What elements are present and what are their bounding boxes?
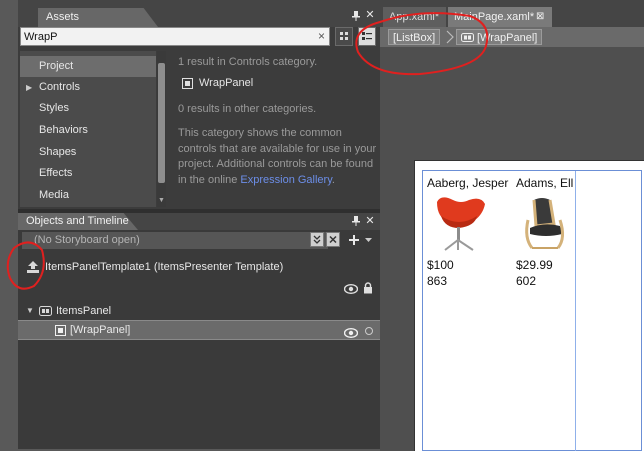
category-media[interactable]: Media [20,185,156,206]
product-name: Aaberg, Jesper [427,176,509,190]
description-text: . [331,174,335,186]
pin-icon[interactable] [351,216,361,226]
objects-panel: (No Storyboard open) ItemsPanelTemplate1… [18,230,380,449]
item-boundary [575,171,576,451]
list-item[interactable]: Adams, Ell $29.99 602 [516,176,574,296]
description-text: in the online [178,174,241,186]
expression-gallery-link[interactable]: Expression Gallery [240,174,332,186]
tree-item-wrappanel[interactable]: [WrapPanel] [18,320,380,340]
category-project[interactable]: Project [20,56,156,77]
breadcrumb: [ListBox] [WrapPanel] [380,27,644,47]
category-controls[interactable]: ▶ Controls [20,77,156,98]
storyboard-menu-icon[interactable] [365,238,372,243]
tab-mainpage-xaml[interactable]: MainPage.xaml* ⊠ [448,7,552,27]
return-scope-icon[interactable] [26,260,40,274]
itemspresenter-icon [39,306,52,316]
wrappanel-icon [182,78,193,89]
expand-arrow-icon[interactable]: ▶ [26,77,32,98]
product-price: $100 [427,258,454,272]
grid-view-icon [340,32,348,40]
breadcrumb-label: [WrapPanel] [477,32,538,44]
tree-item-label: ItemsPanel [56,305,112,317]
close-icon[interactable]: ✕ [365,9,375,21]
list-view-icon [362,32,372,40]
category-description-line: in the online Expression Gallery. [178,174,335,186]
lock-toggle-icon[interactable] [365,327,373,335]
assets-tabbar: Assets ✕ [18,0,380,27]
grid-view-button[interactable] [335,27,353,46]
new-storyboard-icon[interactable] [348,234,360,246]
document-tabbar: App.xaml* MainPage.xaml* ⊠ [380,0,644,27]
category-label: Controls [39,81,80,93]
tab-objects-and-timeline[interactable]: Objects and Timeline [18,213,138,230]
storyboard-selector[interactable]: (No Storyboard open) [22,232,328,249]
asset-search-box[interactable]: × [20,27,330,46]
category-label: Effects [39,167,73,179]
bentwood-chair-image [520,194,568,255]
close-icon[interactable]: ✕ [365,215,375,227]
asset-category-list: Project ▶ Controls Styles Behaviors Shape… [20,51,156,207]
asset-results: 1 result in Controls category. WrapPanel… [174,51,380,207]
tree-item-label: [WrapPanel] [70,324,131,336]
clear-search-icon[interactable]: × [318,29,325,44]
results-header: 1 result in Controls category. [178,56,318,68]
close-tab-icon[interactable]: ⊠ [536,7,544,27]
category-label: Project [39,60,74,72]
category-description-line: controls that are available for use in y… [178,143,377,155]
list-item[interactable]: Aaberg, Jesper $100 863 [427,176,513,296]
category-description-line: This category shows the common [178,127,342,139]
breadcrumb-label: [ListBox] [393,32,436,44]
product-number: 863 [427,274,448,288]
itemspresenter-icon [461,33,474,42]
category-label: Shapes [39,146,77,158]
tab-label: MainPage.xaml* [454,11,535,23]
tab-app-xaml[interactable]: App.xaml* [383,7,446,27]
scrollbar-thumb[interactable] [158,63,165,183]
pin-icon[interactable] [351,11,361,21]
assets-panel: × Project ▶ Controls Styles Behaviors Sha… [18,27,380,209]
template-scope-row: ItemsPanelTemplate1 (ItemsPresenter Temp… [18,257,380,277]
storyboard-options-button[interactable] [310,232,324,247]
category-shapes[interactable]: Shapes [20,142,156,163]
list-view-button[interactable] [358,27,376,46]
objects-tabbar: Objects and Timeline ✕ [18,213,380,230]
tab-label: App.xaml* [389,11,440,23]
app-window: Assets ✕ × Project ▶ Controls Styles Beha… [0,0,644,451]
tree-item-itemspanel[interactable]: ▼ ItemsPanel [18,301,380,321]
category-label: Media [39,189,69,201]
product-name: Adams, Ell [516,176,574,190]
category-effects[interactable]: Effects [20,163,156,184]
scroll-down-icon[interactable]: ▼ [157,197,166,207]
asset-search-input[interactable] [24,29,304,44]
breadcrumb-wrappanel[interactable]: [WrapPanel] [456,29,543,45]
results-other: 0 results in other categories. [178,103,317,115]
category-label: Styles [39,102,69,114]
close-storyboard-button[interactable] [326,232,340,247]
category-description-line: project. Additional controls can be foun… [178,158,374,170]
breadcrumb-listbox[interactable]: [ListBox] [388,29,441,45]
category-behaviors[interactable]: Behaviors [20,120,156,141]
breadcrumb-separator-icon [446,30,454,44]
category-styles[interactable]: Styles [20,98,156,119]
wrappanel-icon [55,325,66,336]
tab-assets[interactable]: Assets [38,8,158,27]
category-label: Behaviors [39,124,88,136]
result-item-label: WrapPanel [199,77,254,89]
lock-icon[interactable] [363,282,373,294]
template-scope-label: ItemsPanelTemplate1 (ItemsPresenter Temp… [45,261,284,273]
product-number: 602 [516,274,537,288]
eye-icon[interactable] [343,283,359,295]
close-storyboard-icon [329,235,337,244]
collapse-arrow-icon[interactable]: ▼ [26,301,34,321]
collapse-icon [313,235,321,244]
category-scrollbar[interactable]: ▼ [157,51,166,207]
product-price: $29.99 [516,258,553,272]
red-chair-image [431,194,487,255]
eye-icon[interactable] [343,325,359,339]
